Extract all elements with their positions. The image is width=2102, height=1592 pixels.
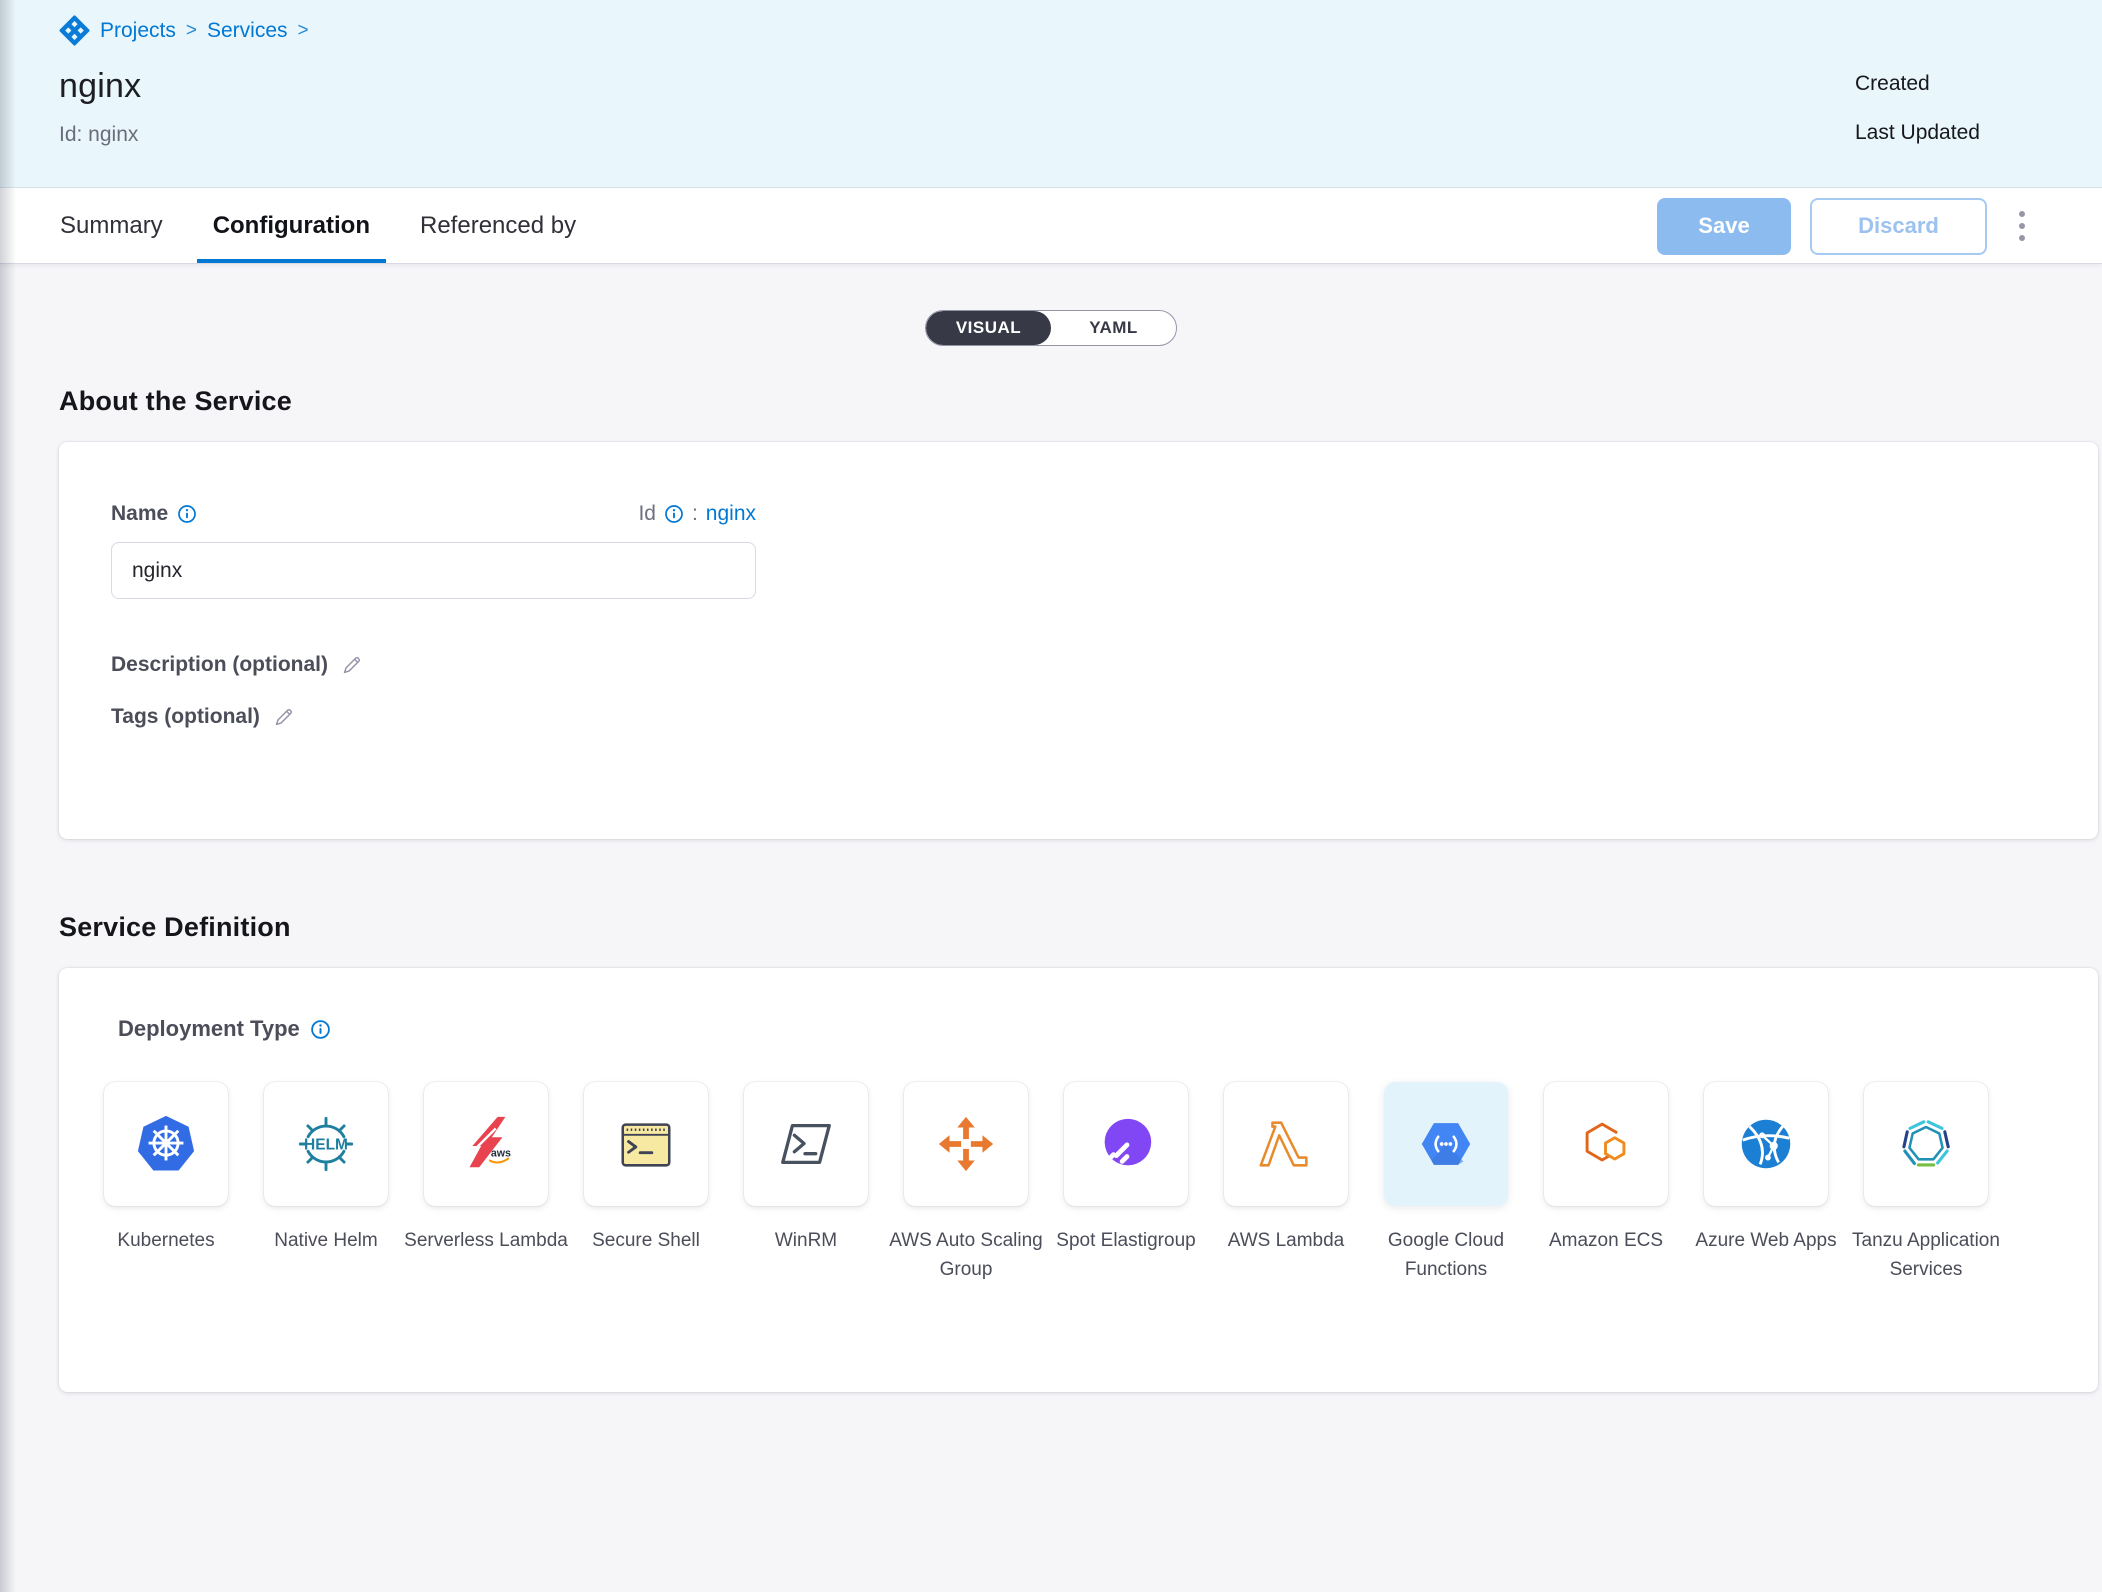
page-title: nginx [59,67,2102,106]
deployment-type-secure-shell[interactable]: Secure Shell [584,1082,708,1285]
breadcrumb-link-projects[interactable]: Projects [100,19,176,43]
description-label: Description (optional) [111,653,328,677]
last-updated-label: Last Updated [1855,121,1980,145]
tags-label: Tags (optional) [111,705,260,729]
azure-web-apps-icon [1735,1113,1797,1175]
id-inline-row: Id : nginx [638,502,756,526]
deployment-type-spot-elastigroup[interactable]: Spot Elastigroup [1064,1082,1188,1285]
helm-icon: HELM [295,1113,357,1175]
deployment-type-winrm[interactable]: WinRM [744,1082,868,1285]
breadcrumb-separator: > [298,20,309,42]
deployment-type-label: Deployment Type [118,1016,300,1042]
id-inline-label: Id [638,502,656,526]
deployment-type-amazon-ecs[interactable]: Amazon ECS [1544,1082,1668,1285]
deployment-type-aws-lambda[interactable]: AWS Lambda [1224,1082,1348,1285]
secure-shell-icon [615,1113,677,1175]
spot-elastigroup-icon [1095,1113,1157,1175]
deployment-type-label-row: Deployment Type [118,1016,2098,1042]
save-button[interactable]: Save [1657,198,1791,255]
kebab-dot [2019,235,2025,241]
service-id: Id: nginx [59,123,2102,147]
tags-row: Tags (optional) [111,705,2098,729]
visual-yaml-toggle-row: VISUAL YAML [0,264,2102,346]
deployment-type-azure-web-apps[interactable]: Azure Web Apps [1704,1082,1828,1285]
deployment-type-info-icon[interactable] [310,1019,331,1040]
tab-referenced-by[interactable]: Referenced by [410,188,586,263]
serverless-lambda-icon: aws [455,1113,517,1175]
about-card: Name Id : nginx [59,442,2098,839]
google-cloud-functions-icon [1415,1113,1477,1175]
breadcrumb-separator: > [186,20,197,42]
created-label: Created [1855,72,1980,96]
name-label: Name [111,502,168,526]
deployment-type-aws-auto-scaling-group[interactable]: AWS Auto Scaling Group [904,1082,1028,1285]
kebab-dot [2019,223,2025,229]
visual-yaml-toggle: VISUAL YAML [925,310,1177,346]
winrm-icon [775,1113,837,1175]
tab-configuration[interactable]: Configuration [203,188,380,263]
tab-bar: Summary Configuration Referenced by Save… [0,188,2102,264]
id-colon: : [692,502,698,526]
amazon-ecs-icon [1575,1113,1637,1175]
name-input[interactable] [111,542,756,599]
deployment-type-serverless-lambda[interactable]: aws Serverless Lambda [424,1082,548,1285]
about-heading: About the Service [59,386,2102,417]
projects-logo-icon[interactable] [59,15,90,46]
deployment-type-tiles: Kubernetes [104,1082,2098,1285]
tab-summary[interactable]: Summary [50,188,173,263]
more-options-button[interactable] [2008,206,2036,246]
deployment-type-native-helm[interactable]: HELM Native Helm [264,1082,388,1285]
deployment-type-tanzu-application-services[interactable]: Tanzu Application Services [1864,1082,1988,1285]
aws-asg-icon [935,1113,997,1175]
service-definition-card: Deployment Type [59,968,2098,1392]
kebab-dot [2019,211,2025,217]
deployment-type-kubernetes[interactable]: Kubernetes [104,1082,228,1285]
name-label-row: Name [111,502,197,526]
deployment-type-google-cloud-functions[interactable]: Google Cloud Functions [1384,1082,1508,1285]
toolbar: Save Discard [1657,188,2036,264]
tanzu-icon [1895,1113,1957,1175]
description-row: Description (optional) [111,653,2098,677]
page-header: Projects > Services > nginx Id: nginx Cr… [0,0,2102,188]
kubernetes-icon [135,1113,197,1175]
id-info-icon[interactable] [664,504,684,524]
discard-button[interactable]: Discard [1810,198,1987,255]
breadcrumb: Projects > Services > [59,0,2102,46]
service-definition-heading: Service Definition [59,912,2102,943]
toggle-option-yaml[interactable]: YAML [1051,311,1176,345]
breadcrumb-link-services[interactable]: Services [207,19,288,43]
id-value-link[interactable]: nginx [706,502,756,526]
name-info-icon[interactable] [177,504,197,524]
toggle-option-visual[interactable]: VISUAL [926,311,1051,345]
header-meta: Created Last Updated [1855,72,1980,145]
configuration-content: VISUAL YAML About the Service Name Id [0,264,2102,1592]
services-configuration-page: Projects > Services > nginx Id: nginx Cr… [0,0,2102,1592]
description-edit-icon[interactable] [341,654,363,676]
aws-lambda-icon [1255,1113,1317,1175]
svg-text:HELM: HELM [304,1136,348,1153]
tags-edit-icon[interactable] [273,706,295,728]
